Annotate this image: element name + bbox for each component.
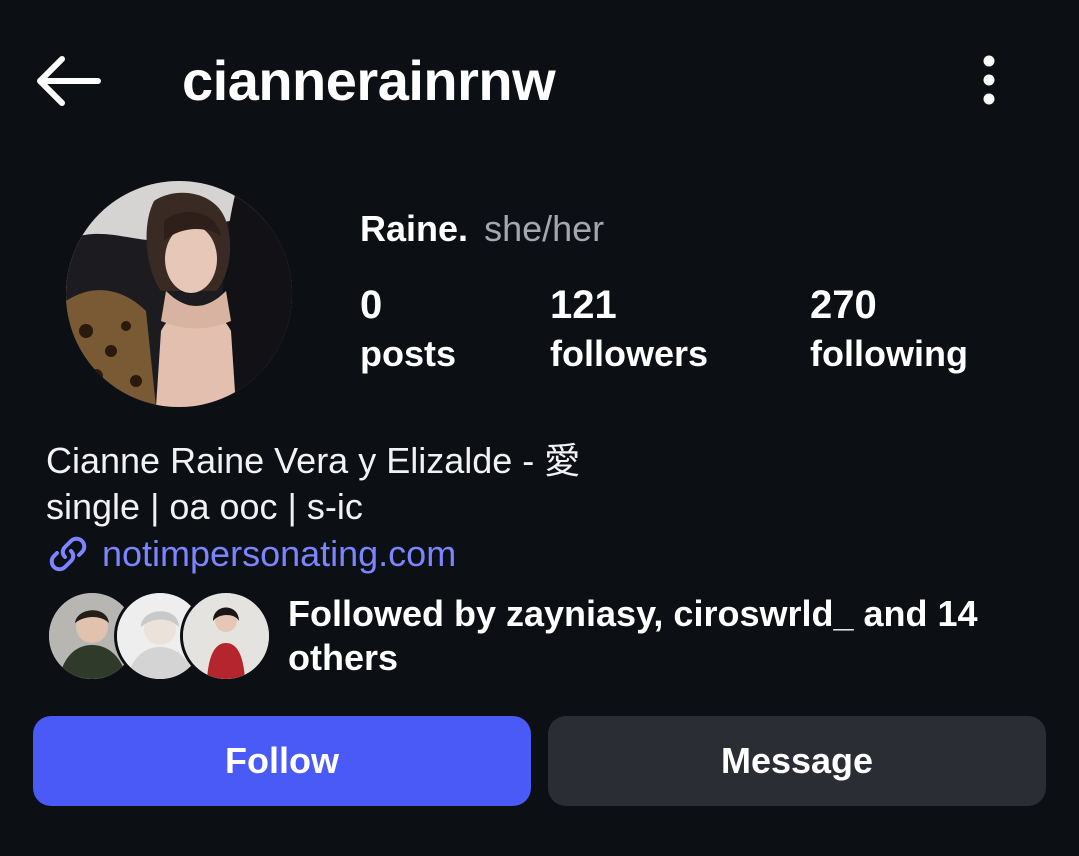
followers-count: 121 xyxy=(550,283,617,327)
back-button[interactable] xyxy=(30,52,104,110)
profile-photo xyxy=(66,181,292,407)
bio-line-2: single | oa ooc | s-ic xyxy=(46,486,363,527)
message-button[interactable]: Message xyxy=(548,716,1046,806)
mutual-followers-avatars[interactable] xyxy=(46,590,272,682)
following-stat[interactable]: 270 following xyxy=(810,282,968,380)
posts-stat[interactable]: 0 posts xyxy=(360,282,456,380)
followers-label: followers xyxy=(550,333,709,374)
following-count: 270 xyxy=(810,283,877,327)
posts-label: posts xyxy=(360,333,457,374)
followers-stat[interactable]: 121 followers xyxy=(550,282,708,380)
link-icon xyxy=(49,536,87,572)
bio-link-text: notimpersonating.com xyxy=(102,533,457,574)
more-options-button[interactable] xyxy=(968,52,1010,110)
arrow-left-icon xyxy=(37,56,101,106)
follow-button[interactable]: Follow xyxy=(33,716,531,806)
more-vertical-icon xyxy=(983,55,995,105)
posts-count: 0 xyxy=(360,283,383,327)
following-label: following xyxy=(810,333,968,374)
profile-header: ciannerainrnw xyxy=(0,0,1079,160)
profile-bio: Cianne Raine Vera y Elizalde - 愛 single … xyxy=(46,438,580,530)
profile-username: ciannerainrnw xyxy=(182,49,556,112)
profile-avatar[interactable] xyxy=(66,181,292,407)
bio-line-1: Cianne Raine Vera y Elizalde - 愛 xyxy=(46,440,581,481)
display-name-row: Raine. she/her xyxy=(360,208,604,250)
pronouns: she/her xyxy=(484,208,605,249)
followed-by-text[interactable]: Followed by zayniasy, ciroswrld_ and 14 … xyxy=(288,592,1048,680)
mutual-avatar-3 xyxy=(183,593,269,679)
bio-link[interactable]: notimpersonating.com xyxy=(46,530,456,578)
display-name: Raine. xyxy=(360,208,469,249)
mutual-avatar xyxy=(180,590,272,682)
